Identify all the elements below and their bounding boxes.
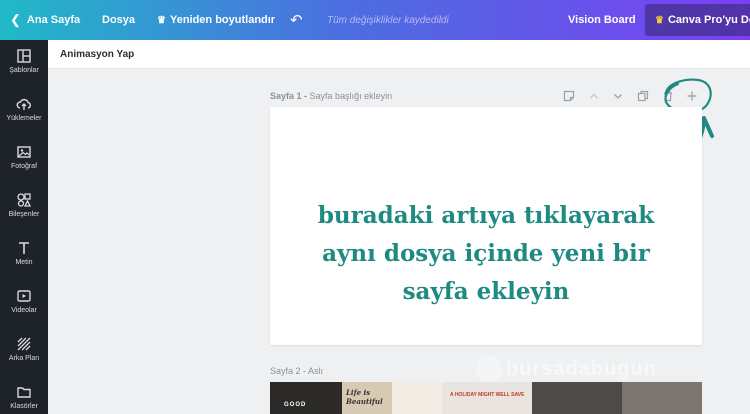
sidebar-item-folders[interactable]: Klasörler: [0, 376, 48, 414]
sidebar-item-label: Şablonlar: [9, 67, 39, 74]
text-icon: [19, 242, 29, 254]
design-page-2[interactable]: GOOD Life is Beautiful A HOLIDAY MIGHT W…: [270, 382, 702, 414]
thumbnail-text: A HOLIDAY MIGHT WELL SAVE: [450, 392, 525, 398]
undo-icon[interactable]: ↶: [290, 0, 303, 40]
secondary-toolbar: Animasyon Yap: [48, 40, 750, 69]
try-pro-button[interactable]: ♛ Canva Pro'yu Den: [645, 4, 750, 36]
layout-icon: [17, 49, 31, 63]
top-toolbar: ❮ Ana Sayfa Dosya ♛ Yeniden boyutlandır …: [0, 0, 750, 40]
sidebar-item-uploads[interactable]: Yüklemeler: [0, 88, 48, 136]
sidebar-item-label: Fotoğraf: [10, 163, 38, 170]
sidebar-item-text[interactable]: Metin: [0, 232, 48, 280]
document-title[interactable]: Vision Board: [568, 0, 636, 40]
page-2-title[interactable]: Sayfa 2 - Aslı: [270, 366, 323, 376]
notes-icon[interactable]: [561, 88, 577, 104]
caption-line: aynı dosya içinde yeni bir: [322, 240, 650, 267]
video-icon: [17, 290, 31, 302]
sidebar-item-photos[interactable]: Fotoğraf: [0, 136, 48, 184]
page-thumbnail: GOOD: [270, 382, 342, 414]
chevron-up-icon[interactable]: [586, 88, 602, 104]
sidebar-item-label: Yüklemeler: [6, 115, 42, 122]
page-1-title-placeholder: Sayfa başlığı ekleyin: [309, 91, 393, 101]
thumbnail-text: GOOD: [284, 402, 307, 408]
page-1-prefix: Sayfa 1 -: [270, 91, 308, 101]
caption-line: sayfa ekleyin: [402, 278, 570, 305]
try-pro-label: Canva Pro'yu Den: [667, 14, 750, 26]
page-1-title[interactable]: Sayfa 1 - Sayfa başlığı ekleyin: [270, 91, 392, 101]
page-thumbnail: Life is Beautiful: [342, 382, 392, 414]
thumbnail-text: Life is Beautiful: [346, 388, 383, 406]
chevron-down-icon[interactable]: [610, 88, 626, 104]
sidebar-item-templates[interactable]: Şablonlar: [0, 40, 48, 88]
page-thumbnail: [392, 382, 442, 414]
crown-icon: ♛: [157, 14, 166, 26]
upload-cloud-icon: [16, 98, 31, 110]
caption-line: buradaki artıya tıklayarak: [317, 202, 655, 229]
watermark-logo-icon: [476, 356, 502, 382]
instruction-caption: buradaki artıya tıklayarak aynı dosya iç…: [270, 197, 702, 311]
sidebar-item-label: Klasörler: [10, 403, 38, 410]
home-button[interactable]: ❮ Ana Sayfa: [10, 0, 80, 40]
crown-icon: ♛: [655, 14, 664, 26]
sidebar-item-videos[interactable]: Videolar: [0, 280, 48, 328]
sidebar-item-elements[interactable]: Bileşenler: [0, 184, 48, 232]
page-thumbnail: A HOLIDAY MIGHT WELL SAVE: [442, 382, 532, 414]
duplicate-icon[interactable]: [635, 88, 651, 104]
sidebar-item-background[interactable]: Arka Plan: [0, 328, 48, 376]
save-status-text: Tüm değişiklikler kaydedildi: [327, 14, 449, 26]
sidebar-item-label: Arka Plan: [8, 355, 40, 362]
chevron-left-icon: ❮: [10, 12, 21, 27]
shapes-icon: [17, 193, 32, 207]
design-page-1[interactable]: buradaki artıya tıklayarak aynı dosya iç…: [270, 107, 702, 345]
file-menu-button[interactable]: Dosya: [102, 0, 135, 40]
pattern-icon: [17, 337, 31, 351]
home-label: Ana Sayfa: [26, 14, 81, 26]
watermark: bursadabugün: [506, 358, 657, 380]
sidebar: Şablonlar Yüklemeler Fotoğraf Bileşenler…: [0, 40, 48, 414]
animate-button[interactable]: Animasyon Yap: [60, 49, 134, 60]
sidebar-item-label: Bileşenler: [8, 211, 40, 218]
page-thumbnail: [532, 382, 622, 414]
image-icon: [17, 146, 31, 158]
folder-icon: [17, 387, 31, 398]
resize-button[interactable]: ♛ Yeniden boyutlandır: [157, 0, 275, 40]
page-thumbnail: [622, 382, 702, 414]
resize-label: Yeniden boyutlandır: [169, 14, 276, 26]
sidebar-item-label: Videolar: [11, 307, 37, 314]
sidebar-item-label: Metin: [15, 259, 33, 266]
